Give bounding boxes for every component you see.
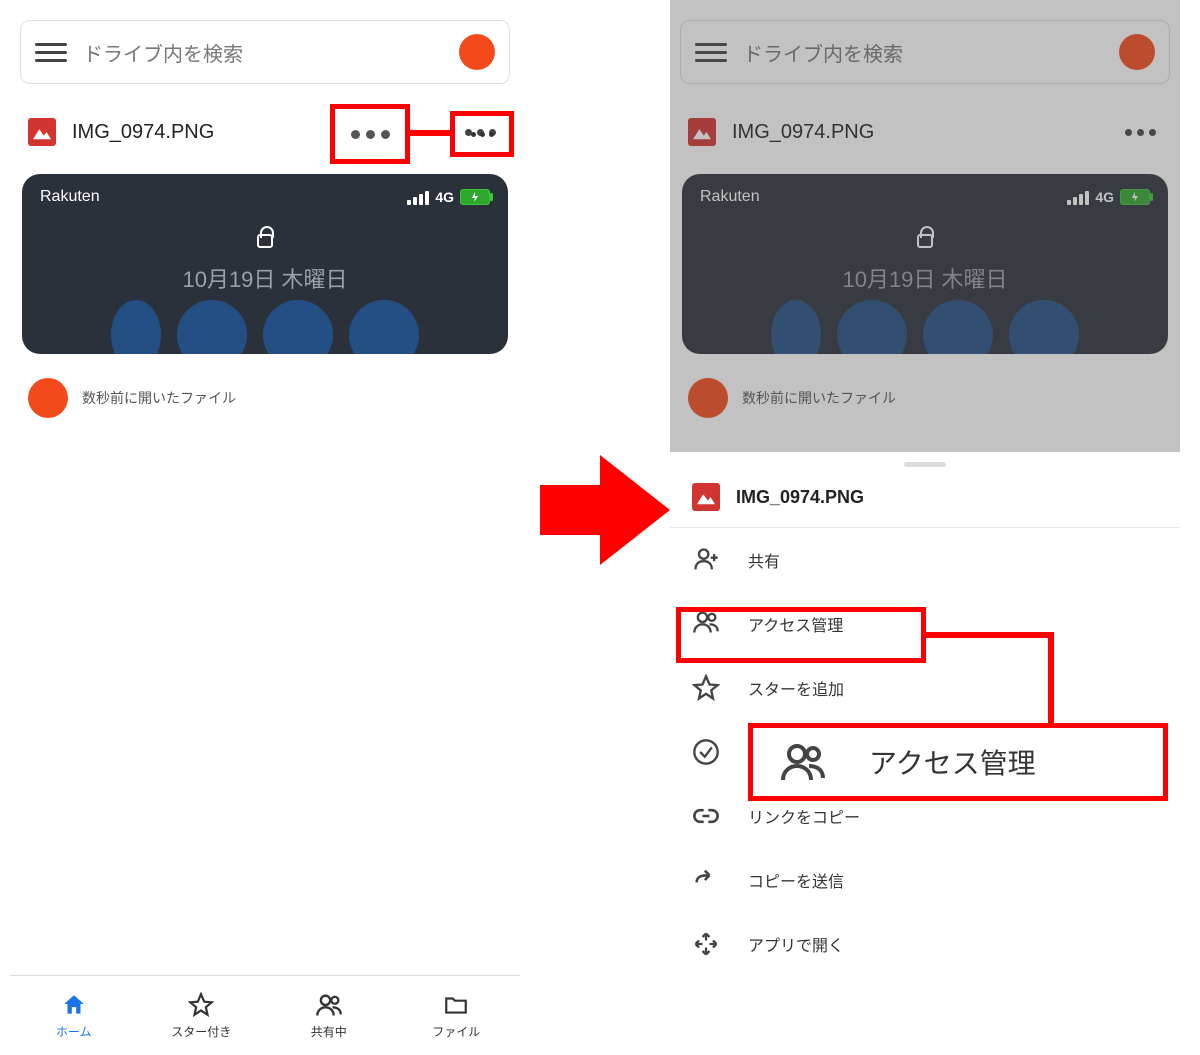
- search-bar[interactable]: ドライブ内を検索: [20, 20, 510, 84]
- menu-label: スターを追加: [748, 676, 844, 700]
- image-file-icon: [28, 118, 56, 146]
- signal-icon: [1067, 189, 1089, 205]
- network-label: 4G: [435, 189, 454, 205]
- arrow-right-icon: [540, 450, 670, 570]
- callout-access: アクセス管理: [748, 723, 1168, 801]
- lock-icon: [257, 234, 273, 248]
- star-icon: [187, 991, 215, 1019]
- home-icon: [60, 991, 88, 1019]
- nav-starred[interactable]: スター付き: [138, 976, 266, 1055]
- signal-icon: [407, 189, 429, 205]
- search-placeholder: ドライブ内を検索: [83, 38, 459, 67]
- people-icon: [692, 610, 720, 638]
- more-button[interactable]: [459, 123, 502, 142]
- menu-label: 共有: [748, 548, 780, 572]
- recent-avatar: [688, 378, 728, 418]
- recent-avatar: [28, 378, 68, 418]
- file-name: IMG_0974.PNG: [72, 121, 459, 144]
- link-icon: [692, 802, 720, 830]
- recent-row: 数秒前に開いたファイル: [10, 354, 520, 442]
- avatar[interactable]: [1119, 34, 1155, 70]
- lock-icon: [917, 234, 933, 248]
- nav-shared-label: 共有中: [311, 1023, 347, 1040]
- clock-digits: [22, 300, 508, 354]
- avatar[interactable]: [459, 34, 495, 70]
- more-button[interactable]: [1119, 123, 1162, 142]
- menu-label: リンクをコピー: [748, 804, 860, 828]
- folder-icon: [442, 991, 470, 1019]
- bottom-nav: ホーム スター付き 共有中 ファイル: [10, 975, 520, 1055]
- menu-item-openwith[interactable]: アプリで開く: [670, 912, 1180, 976]
- carrier-label: Rakuten: [40, 188, 100, 206]
- open-with-icon: [692, 930, 720, 958]
- menu-item-share[interactable]: 共有: [670, 528, 1180, 592]
- sheet-title: IMG_0974.PNG: [736, 487, 1158, 508]
- screen-before: ドライブ内を検索 IMG_0974.PNG Rakuten 4G 10月19日 …: [10, 0, 520, 1055]
- search-placeholder: ドライブ内を検索: [743, 38, 1119, 67]
- file-preview[interactable]: Rakuten 4G 10月19日 木曜日: [22, 174, 508, 354]
- recent-label: 数秒前に開いたファイル: [742, 388, 896, 408]
- file-name: IMG_0974.PNG: [732, 121, 1119, 144]
- network-label: 4G: [1095, 189, 1114, 205]
- nav-home[interactable]: ホーム: [10, 976, 138, 1055]
- menu-label: アプリで開く: [748, 932, 844, 956]
- file-preview[interactable]: Rakuten 4G 10月19日 木曜日: [682, 174, 1168, 354]
- image-file-icon: [688, 118, 716, 146]
- recent-label: 数秒前に開いたファイル: [82, 388, 236, 408]
- check-circle-icon: [692, 738, 720, 766]
- search-bar[interactable]: ドライブ内を検索: [680, 20, 1170, 84]
- person-add-icon: [692, 546, 720, 574]
- screen-after: ドライブ内を検索 IMG_0974.PNG Rakuten 4G 10月19日 …: [670, 0, 1180, 1055]
- nav-files-label: ファイル: [432, 1023, 480, 1040]
- people-icon: [315, 991, 343, 1019]
- status-right: 4G: [1067, 188, 1150, 206]
- nav-shared[interactable]: 共有中: [265, 976, 393, 1055]
- preview-date: 10月19日 木曜日: [682, 262, 1168, 294]
- menu-item-sendcopy[interactable]: コピーを送信: [670, 848, 1180, 912]
- star-icon: [692, 674, 720, 702]
- sheet-header: IMG_0974.PNG: [670, 467, 1180, 528]
- image-file-icon: [692, 483, 720, 511]
- nav-starred-label: スター付き: [171, 1023, 231, 1040]
- status-right: 4G: [407, 188, 490, 206]
- clock-digits: [682, 300, 1168, 354]
- arrow-forward-icon: [692, 866, 720, 894]
- carrier-label: Rakuten: [700, 188, 760, 206]
- menu-label: コピーを送信: [748, 868, 844, 892]
- nav-home-label: ホーム: [56, 1023, 92, 1040]
- menu-item-access[interactable]: アクセス管理: [670, 592, 1180, 656]
- menu-item-star[interactable]: スターを追加: [670, 656, 1180, 720]
- preview-date: 10月19日 木曜日: [22, 262, 508, 294]
- callout-label: アクセス管理: [869, 742, 1036, 782]
- file-header-row: IMG_0974.PNG: [10, 94, 520, 156]
- file-header-row: IMG_0974.PNG: [670, 94, 1180, 156]
- people-icon: [777, 742, 829, 782]
- hamburger-icon[interactable]: [35, 36, 67, 68]
- hamburger-icon[interactable]: [695, 36, 727, 68]
- recent-row: 数秒前に開いたファイル: [670, 354, 1180, 442]
- menu-label: アクセス管理: [748, 612, 843, 636]
- battery-icon: [1120, 189, 1150, 205]
- battery-icon: [460, 189, 490, 205]
- nav-files[interactable]: ファイル: [393, 976, 521, 1055]
